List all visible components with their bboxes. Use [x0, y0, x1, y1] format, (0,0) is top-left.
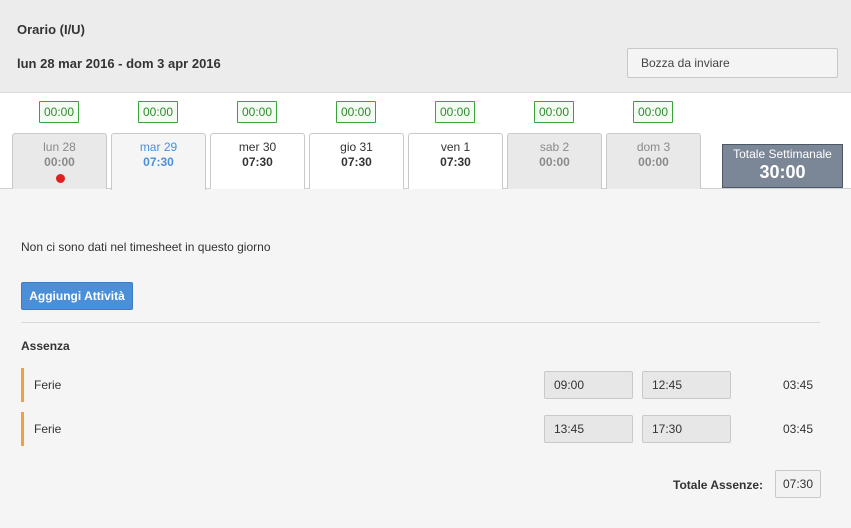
absence-row: Ferie 09:00 12:45 03:45 [21, 368, 821, 402]
week-period: lun 28 mar 2016 - dom 3 apr 2016 [17, 56, 221, 71]
absence-total-label: Totale Assenze: [673, 478, 764, 492]
tab-day-hours: 00:00 [44, 155, 75, 169]
absence-type: Ferie [34, 378, 62, 392]
absence-type: Ferie [34, 422, 62, 436]
day-badge-sab: 00:00 [534, 101, 574, 123]
day-badge-gio: 00:00 [336, 101, 376, 123]
weekly-total-label: Totale Settimanale [733, 147, 832, 161]
absence-duration: 03:45 [783, 422, 814, 436]
tab-day-name: dom 3 [636, 140, 671, 154]
divider [21, 322, 820, 323]
tab-day-name: mer 30 [238, 140, 277, 154]
weekly-total: Totale Settimanale 30:00 [722, 144, 843, 188]
absence-marker [21, 368, 24, 402]
tab-day-hours: 00:00 [638, 155, 669, 169]
absence-section-title: Assenza [21, 339, 70, 353]
tab-day-dom[interactable]: dom 3 00:00 [606, 133, 701, 189]
absence-row: Ferie 13:45 17:30 03:45 [21, 412, 821, 446]
tab-day-hours: 07:30 [143, 155, 174, 169]
tab-day-name: gio 31 [340, 140, 373, 154]
page-header: Orario (I/U) lun 28 mar 2016 - dom 3 apr… [0, 0, 851, 93]
tab-day-hours: 00:00 [539, 155, 570, 169]
tab-day-mer[interactable]: mer 30 07:30 [210, 133, 305, 189]
tab-day-mar[interactable]: mar 29 07:30 [111, 133, 206, 190]
alert-dot-icon [56, 174, 65, 183]
tab-day-hours: 07:30 [341, 155, 372, 169]
tab-day-sab[interactable]: sab 2 00:00 [507, 133, 602, 189]
day-badge-mar: 00:00 [138, 101, 178, 123]
absence-start-field[interactable]: 09:00 [544, 371, 633, 399]
tab-day-hours: 07:30 [242, 155, 273, 169]
weekly-total-value: 30:00 [759, 162, 806, 182]
page-title: Orario (I/U) [17, 22, 85, 37]
tab-day-gio[interactable]: gio 31 07:30 [309, 133, 404, 189]
absence-duration: 03:45 [783, 378, 814, 392]
day-badge-mer: 00:00 [237, 101, 277, 123]
add-activity-button[interactable]: Aggiungi Attività [21, 282, 133, 310]
empty-timesheet-message: Non ci sono dati nel timesheet in questo… [21, 240, 271, 254]
tab-day-name: mar 29 [139, 140, 178, 154]
tab-day-ven[interactable]: ven 1 07:30 [408, 133, 503, 189]
day-badge-lun: 00:00 [39, 101, 79, 123]
tab-day-name: ven 1 [440, 140, 471, 154]
absence-end-field[interactable]: 17:30 [642, 415, 731, 443]
tab-day-name: sab 2 [539, 140, 570, 154]
tab-day-lun[interactable]: lun 28 00:00 [12, 133, 107, 189]
absence-total-value: 07:30 [775, 470, 821, 498]
day-badge-ven: 00:00 [435, 101, 475, 123]
absence-start-field[interactable]: 13:45 [544, 415, 633, 443]
absence-end-field[interactable]: 12:45 [642, 371, 731, 399]
tab-day-name: lun 28 [43, 140, 76, 154]
absence-marker [21, 412, 24, 446]
day-badge-dom: 00:00 [633, 101, 673, 123]
tab-day-hours: 07:30 [440, 155, 471, 169]
status-field: Bozza da inviare [627, 48, 838, 78]
